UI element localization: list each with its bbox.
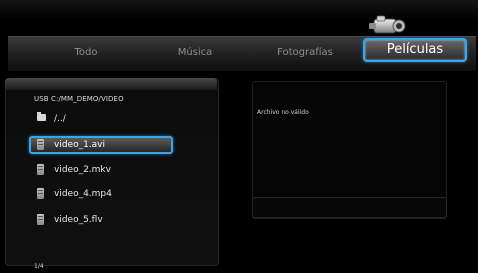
video-file-icon	[37, 164, 44, 175]
info-strip	[252, 197, 447, 218]
video-file-icon	[37, 139, 44, 150]
file-browser-header	[5, 78, 217, 90]
list-item-parent-folder[interactable]: /../	[29, 110, 173, 128]
tab-movies-label: Películas	[386, 42, 444, 57]
page-count: 1/4	[34, 263, 44, 270]
list-item-video-1[interactable]: video_1.avi	[29, 136, 173, 154]
camcorder-icon	[369, 15, 406, 34]
tab-photos[interactable]: Fotografías	[264, 45, 346, 61]
list-item-label: video_4.mp4	[54, 189, 112, 199]
list-item-video-2[interactable]: video_2.mkv	[29, 161, 173, 179]
tab-music[interactable]: Música	[168, 45, 222, 61]
current-path: USB C:/MM_DEMO/VIDEO	[34, 95, 124, 103]
list-item-label: /../	[54, 114, 66, 124]
file-status: Archivo no válido	[257, 109, 309, 116]
tab-all[interactable]: Todo	[64, 45, 108, 61]
list-item-label: video_2.mkv	[54, 165, 111, 175]
video-file-icon	[37, 188, 44, 199]
tab-movies[interactable]: Películas	[363, 38, 467, 62]
folder-icon	[37, 112, 46, 121]
list-item-label: video_1.avi	[54, 140, 106, 150]
video-file-icon	[37, 214, 44, 225]
list-item-video-5[interactable]: video_5.flv	[29, 211, 173, 229]
list-item-video-4[interactable]: video_4.mp4	[29, 185, 173, 203]
list-item-label: video_5.flv	[54, 215, 103, 225]
